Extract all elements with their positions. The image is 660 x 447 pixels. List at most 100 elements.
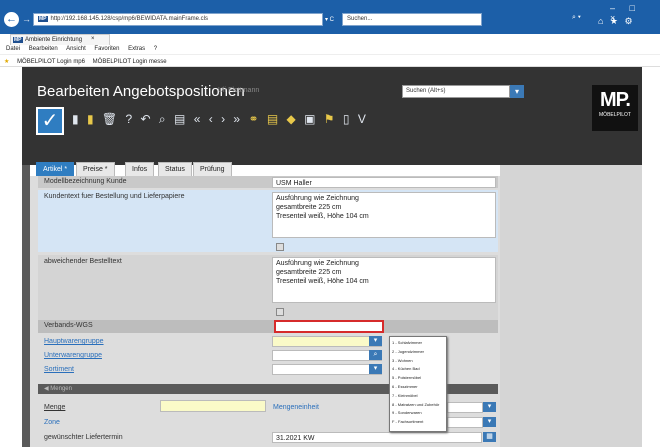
browser-menubar: Datei Bearbeiten Ansicht Favoriten Extra… [0, 45, 660, 55]
refresh-icon[interactable]: ▾ C [325, 16, 334, 23]
liefertermin-field[interactable]: 31.2021 KW [272, 432, 482, 443]
sortiment-label[interactable]: Sortiment [44, 366, 74, 373]
menge-label: Menge [44, 404, 66, 411]
tab-preise[interactable]: Preise * [76, 162, 115, 176]
favorites-star-icon: ★ [4, 59, 10, 65]
document-icon[interactable]: ▮ [87, 112, 94, 126]
browser-tab[interactable]: MP Ambiente Einrichtung × [10, 34, 110, 45]
more-icon[interactable]: V [358, 112, 366, 126]
modell-label: Modellbezeichnung Kunde [44, 178, 127, 185]
moebelpilot-logo: MP. MÖBELPILOT [592, 85, 638, 131]
tab-close-icon[interactable]: × [91, 36, 95, 42]
tab-artikel[interactable]: Artikel * [36, 162, 75, 176]
popup-item-matratzen[interactable]: 8 - Matratzen und Zubehör [392, 402, 444, 411]
delete-icon[interactable]: 🗑 [102, 112, 117, 126]
liefertermin-label: gewünschter Liefertermin [44, 434, 123, 441]
kundentext-label: Kundentext fuer Bestellung und Lieferpap… [44, 193, 185, 200]
popup-item-jugendzimmer[interactable]: 2 - Jugendzimmer [392, 349, 444, 358]
tab-infos[interactable]: Infos [125, 162, 155, 176]
unterwarengruppe-dropdown-icon[interactable]: ⌕ [369, 350, 382, 360]
menu-datei[interactable]: Datei [6, 46, 20, 52]
browser-search-input[interactable]: Suchen... [342, 13, 482, 26]
popup-item-schlafzimmer[interactable]: 1 - Schlafzimmer [392, 340, 444, 349]
sortiment-dropdown-icon[interactable]: ▾ [369, 364, 382, 374]
back-button[interactable]: ← [4, 12, 19, 27]
kundentext-field[interactable]: Ausführung wie Zeichnung gesamtbreite 22… [272, 192, 496, 238]
undo-icon[interactable]: ↶ [141, 112, 151, 126]
zone-field[interactable] [447, 417, 483, 428]
popup-item-kuechen-bad[interactable]: 4 - Küchen Bad [392, 366, 444, 375]
unterwarengruppe-label[interactable]: Unterwarengruppe [44, 352, 102, 359]
hauptwarengruppe-field[interactable] [272, 336, 382, 347]
row-verbands [38, 320, 498, 333]
hauptwarengruppe-dropdown-icon[interactable]: ▾ [369, 336, 382, 346]
popup-item-kleinmoebel[interactable]: 7 - Kleinmöbel [392, 393, 444, 402]
right-panel [500, 165, 642, 447]
left-strip [22, 165, 30, 447]
menu-favoriten[interactable]: Favoriten [94, 46, 119, 52]
help-icon[interactable]: ? [125, 112, 132, 126]
tab-favicon-icon: MP [13, 37, 23, 43]
popup-item-wohnen[interactable]: 3 - Wohnen [392, 358, 444, 367]
unterwarengruppe-field[interactable] [272, 350, 382, 361]
abweichend-field[interactable]: Ausführung wie Zeichnung gesamtbreite 22… [272, 257, 496, 303]
popup-item-fachsortiment[interactable]: F - Fachsortiment [392, 419, 444, 428]
link-icon[interactable]: ⚭ [248, 112, 258, 126]
report-icon[interactable]: ▤ [267, 112, 278, 126]
modell-field[interactable]: USM Haller [272, 177, 496, 188]
hauptwarengruppe-label[interactable]: Hauptwarengruppe [44, 338, 104, 345]
form-tabs: Artikel * Preise * Infos Status Prüfung [30, 158, 500, 176]
address-url: http://192.168.145.128/csp/mp6/BEWIDATA.… [50, 16, 209, 22]
search-dropdown-icon[interactable]: ⌕ ▾ [572, 14, 581, 22]
export-icon[interactable]: ▯ [343, 112, 350, 126]
zone-dropdown-icon[interactable]: ▾ [483, 417, 496, 427]
site-favicon-icon: MP [38, 16, 48, 22]
print-icon[interactable]: ▤ [174, 112, 185, 126]
menu-ansicht[interactable]: Ansicht [66, 46, 86, 52]
verbands-wgs-field[interactable] [274, 320, 384, 333]
next-icon[interactable]: › [221, 112, 225, 126]
flag-icon[interactable]: ⚑ [324, 112, 335, 126]
copy-icon[interactable]: ▣ [304, 112, 315, 126]
page-title: Bearbeiten Angebotspositionen [37, 83, 245, 100]
search-icon[interactable]: ⌕ [159, 112, 166, 127]
user-name: Uli Flottmann [218, 87, 260, 94]
calendar-icon[interactable]: ▦ [483, 432, 496, 442]
zone-label[interactable]: Zone [44, 419, 60, 426]
hauptwarengruppe-popup: 1 - Schlafzimmer 2 - Jugendzimmer 3 - Wo… [389, 336, 447, 432]
forward-button[interactable]: → [22, 14, 31, 24]
favorites-bar: ★ MÖBELPILOT Login mp6 MÖBELPILOT Login … [0, 56, 660, 67]
sortiment-field[interactable] [272, 364, 382, 375]
abweichend-checkbox[interactable] [276, 308, 284, 316]
popup-item-sonderwaren[interactable]: 9 - Sonderwaren [392, 410, 444, 419]
favorite-link-messe[interactable]: MÖBELPILOT Login messe [93, 59, 167, 65]
mengeneinheit-field[interactable] [447, 402, 483, 413]
menu-help[interactable]: ? [154, 46, 157, 52]
tab-title: Ambiente Einrichtung [25, 37, 83, 43]
first-icon[interactable]: « [194, 112, 201, 126]
mengeneinheit-label[interactable]: Mengeneinheit [273, 404, 319, 411]
app-search-dropdown-icon[interactable]: ▾ [510, 85, 524, 98]
kundentext-checkbox[interactable] [276, 243, 284, 251]
verbands-label: Verbands-WGS [44, 322, 93, 329]
file-icon[interactable]: ▮ [72, 112, 79, 126]
favorite-link-mp6[interactable]: MÖBELPILOT Login mp6 [17, 59, 85, 65]
app-toolbar: ▮ ▮ 🗑 ? ↶ ⌕ ▤ « ‹ › » ⚭ ▤ ◆ ▣ ⚑ ▯ V [72, 112, 422, 130]
menu-bearbeiten[interactable]: Bearbeiten [29, 46, 58, 52]
mengeneinheit-dropdown-icon[interactable]: ▾ [483, 402, 496, 412]
popup-item-esszimmer[interactable]: 6 - Esszimmer [392, 384, 444, 393]
address-bar[interactable]: MP http://192.168.145.128/csp/mp6/BEWIDAT… [33, 13, 323, 26]
app-search-input[interactable]: Suchen (Alt+s) [402, 85, 510, 98]
save-check-button[interactable]: ✓ [36, 107, 64, 135]
abweichend-label: abweichender Bestelltext [44, 258, 122, 265]
tab-status[interactable]: Status [158, 162, 192, 176]
menu-extras[interactable]: Extras [128, 46, 145, 52]
tab-pruefung[interactable]: Prüfung [193, 162, 232, 176]
mengen-label: ◀ Mengen [44, 386, 72, 392]
popup-item-polstermoebel[interactable]: 5 - Polstermöbel [392, 375, 444, 384]
browser-tools-icons[interactable]: ⌂ ★ ⚙ [598, 16, 635, 27]
menge-field[interactable] [160, 400, 266, 412]
last-icon[interactable]: » [233, 112, 240, 126]
prev-icon[interactable]: ‹ [209, 112, 213, 126]
label-icon[interactable]: ◆ [287, 112, 296, 126]
